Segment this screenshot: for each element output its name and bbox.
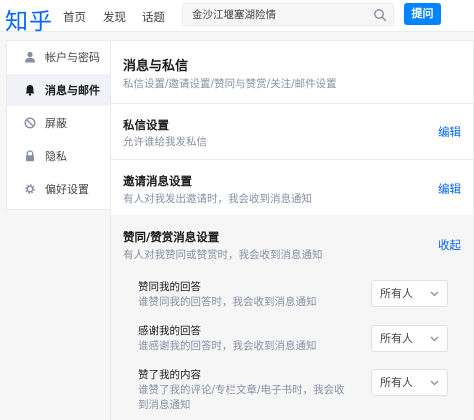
lock-icon [26,150,34,162]
sidebar-item-label: 偏好设置 [45,183,89,196]
subsetting-desc: 谁赞同我的回答时，我会收到消息通知 [138,296,317,308]
sidebar-item-messages[interactable]: 消息与邮件 [7,74,111,106]
bell-icon [25,85,35,96]
user-icon [25,51,35,63]
nav-topics[interactable]: 话题 [142,9,165,25]
nav-home[interactable]: 首页 [63,9,86,25]
chevron-down-icon [430,291,439,297]
divider [111,103,473,104]
search-icon[interactable] [373,8,387,22]
section-title: 邀请消息设置 [123,174,192,188]
sidebar-item-account[interactable]: 帐户与密码 [7,41,111,73]
search-box [182,3,394,26]
settings-sidebar: 帐户与密码 消息与邮件 屏蔽 隐私 偏好设置 [6,40,112,210]
section-desc: 有人对我赞同或赞赏时，我会收到消息通知 [123,249,323,261]
ask-question-button[interactable]: 提问 [404,3,441,25]
section-desc: 有人对我发出邀请时，我会收到消息通知 [123,193,312,205]
subsetting-desc: 谁赞了我的评论/专栏文章/电子书时，我会收到消息通知 [138,384,345,411]
edit-private-message-link[interactable]: 编辑 [438,124,461,140]
nav-discover[interactable]: 发现 [103,9,126,25]
sidebar-item-privacy[interactable]: 隐私 [7,140,111,172]
settings-panel: 消息与私信 私信设置/邀请设置/赞同与赞赏/关注/邮件设置 私信设置 允许谁给我… [110,40,474,420]
sidebar-item-block[interactable]: 屏蔽 [7,107,111,139]
divider [111,159,473,160]
expanded-section: 赞同/赞赏消息设置 有人对我赞同或赞赏时，我会收到消息通知 收起 赞同我的回答 … [111,215,473,420]
gear-icon [25,184,35,194]
top-header: 知乎 首页 发现 话题 提问 [0,0,474,35]
sidebar-item-label: 消息与邮件 [45,84,100,97]
select-value: 所有人 [380,287,413,300]
thank-answer-select[interactable]: 所有人 [371,325,448,352]
zhihu-logo[interactable]: 知乎 [5,2,53,36]
sidebar-item-label: 帐户与密码 [45,51,100,64]
sidebar-item-label: 隐私 [45,150,67,163]
search-input[interactable] [192,7,362,22]
collapse-link[interactable]: 收起 [438,237,461,253]
subsetting-desc: 谁感谢我的回答时，我会收到消息通知 [138,340,317,352]
sidebar-item-preferences[interactable]: 偏好设置 [7,173,111,205]
subsetting-title: 赞了我的内容 [138,369,201,381]
subsetting-title: 赞同我的回答 [138,281,201,293]
section-desc: 允许谁给我发私信 [123,136,207,148]
like-content-select[interactable]: 所有人 [371,369,448,396]
page-title: 消息与私信 [123,59,189,74]
edit-invitation-link[interactable]: 编辑 [438,181,461,197]
chevron-down-icon [430,336,439,342]
block-icon [24,117,36,129]
chevron-down-icon [430,380,439,386]
upvote-answer-select[interactable]: 所有人 [371,280,448,307]
page-subtitle: 私信设置/邀请设置/赞同与赞赏/关注/邮件设置 [123,78,337,90]
sidebar-item-label: 屏蔽 [45,117,67,130]
section-title: 赞同/赞赏消息设置 [123,230,220,244]
select-value: 所有人 [380,332,413,345]
subsetting-title: 感谢我的回答 [138,325,201,337]
section-title: 私信设置 [123,118,169,132]
select-value: 所有人 [380,376,413,389]
